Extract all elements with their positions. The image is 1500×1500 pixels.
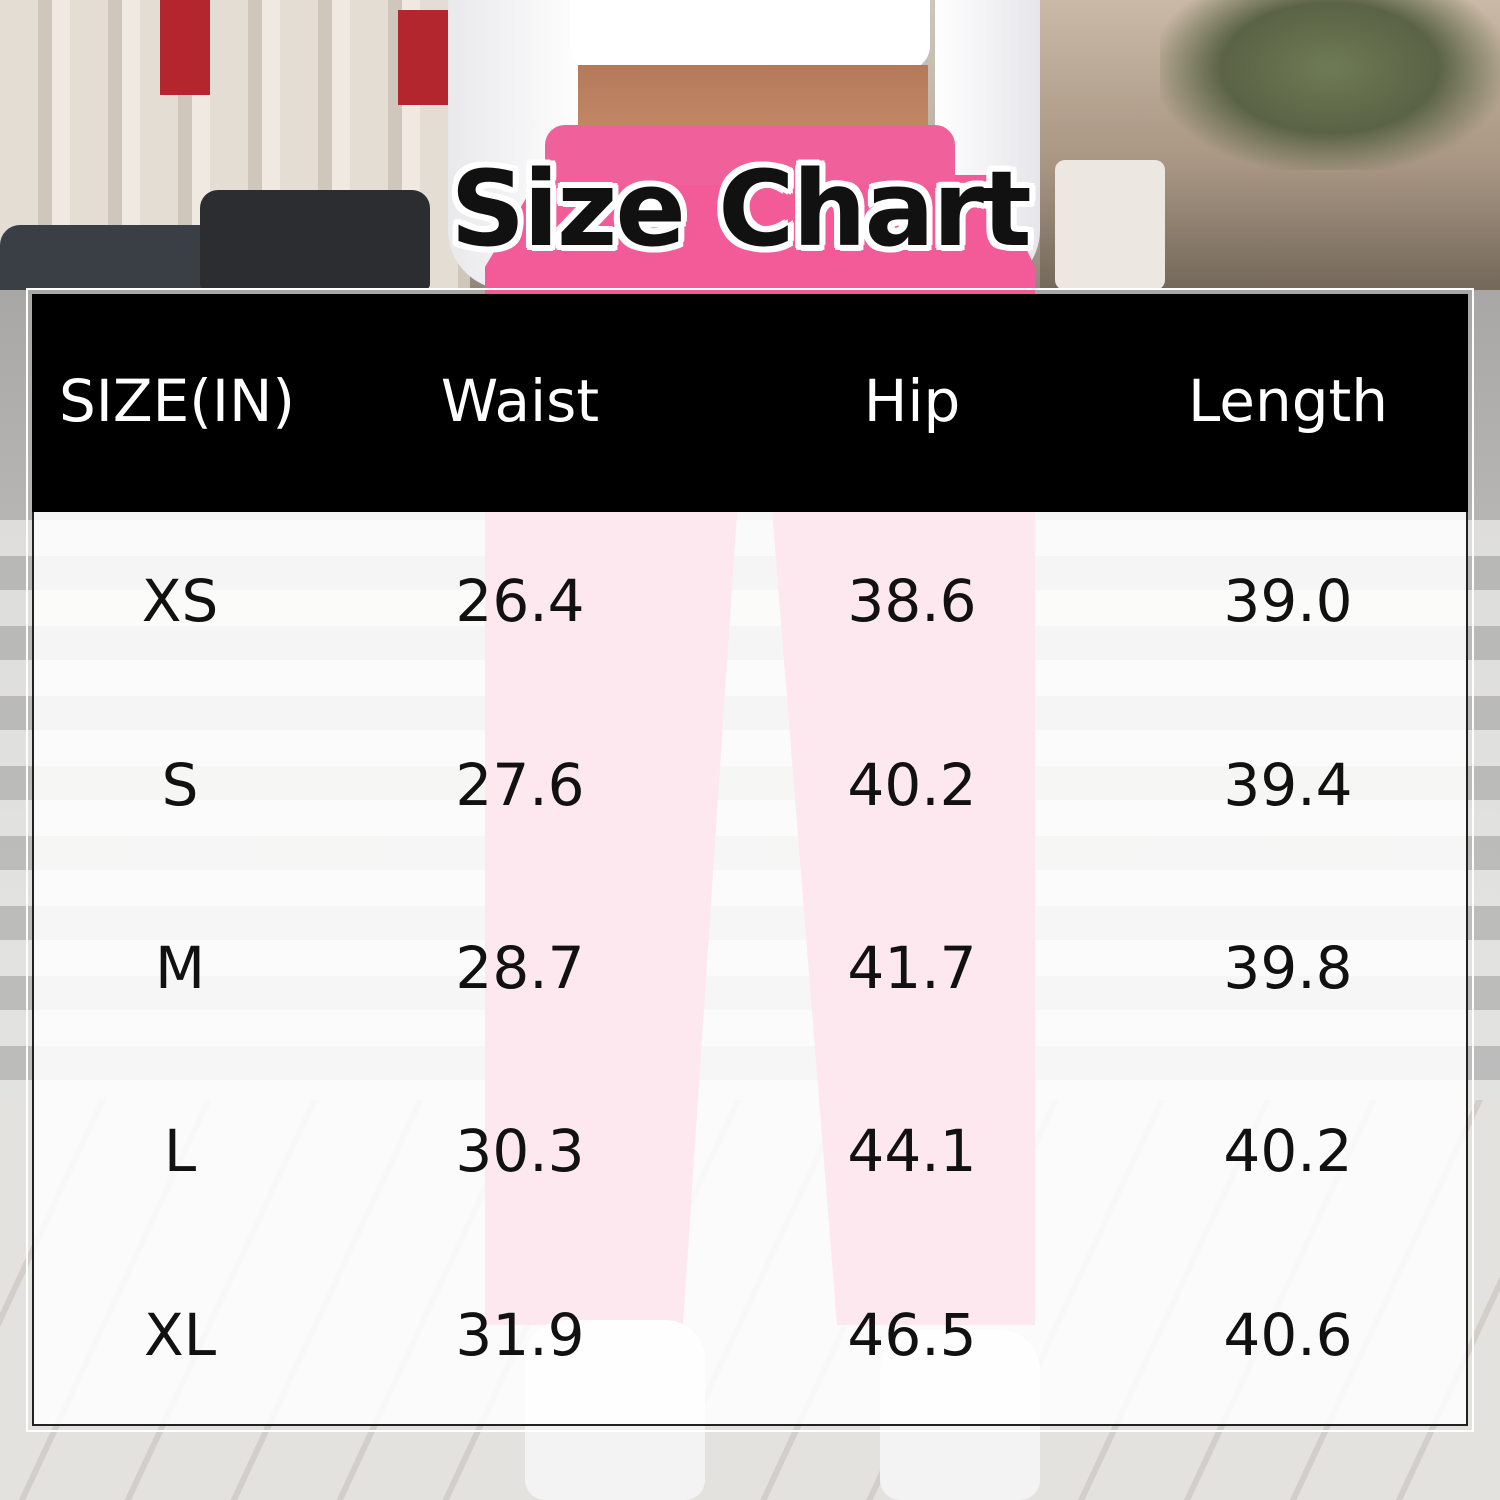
hip-cell: 41.7	[847, 934, 977, 1002]
waist-cell: 30.3	[455, 1117, 585, 1185]
hip-cell: 38.6	[847, 567, 977, 635]
street-banner	[160, 0, 210, 95]
length-cell: 40.2	[1223, 1117, 1353, 1185]
page-title: Size Chart	[450, 148, 1031, 270]
length-cell: 39.8	[1223, 934, 1353, 1002]
waist-cell: 31.9	[455, 1301, 585, 1369]
size-cell: S	[161, 751, 199, 819]
length-cell: 39.4	[1223, 751, 1353, 819]
size-cell: L	[163, 1117, 197, 1185]
header-waist: Waist	[440, 367, 600, 435]
tree	[1160, 0, 1500, 170]
size-cell: XS	[141, 567, 219, 635]
length-cell: 39.0	[1223, 567, 1353, 635]
model-crop-top	[570, 0, 930, 70]
hip-cell: 46.5	[847, 1301, 977, 1369]
hip-cell: 40.2	[847, 751, 977, 819]
waist-cell: 27.6	[455, 751, 585, 819]
length-cell: 40.6	[1223, 1301, 1353, 1369]
waist-cell: 28.7	[455, 934, 585, 1002]
header-size: SIZE(IN)	[58, 367, 296, 435]
header-hip: Hip	[863, 367, 961, 435]
size-cell: XL	[143, 1301, 217, 1369]
table-header-row: SIZE(IN) Waist Hip Length	[32, 294, 1468, 512]
hip-cell: 44.1	[847, 1117, 977, 1185]
size-cell: M	[154, 934, 206, 1002]
waist-cell: 26.4	[455, 567, 585, 635]
header-length: Length	[1187, 367, 1389, 435]
street-banner	[398, 10, 448, 105]
